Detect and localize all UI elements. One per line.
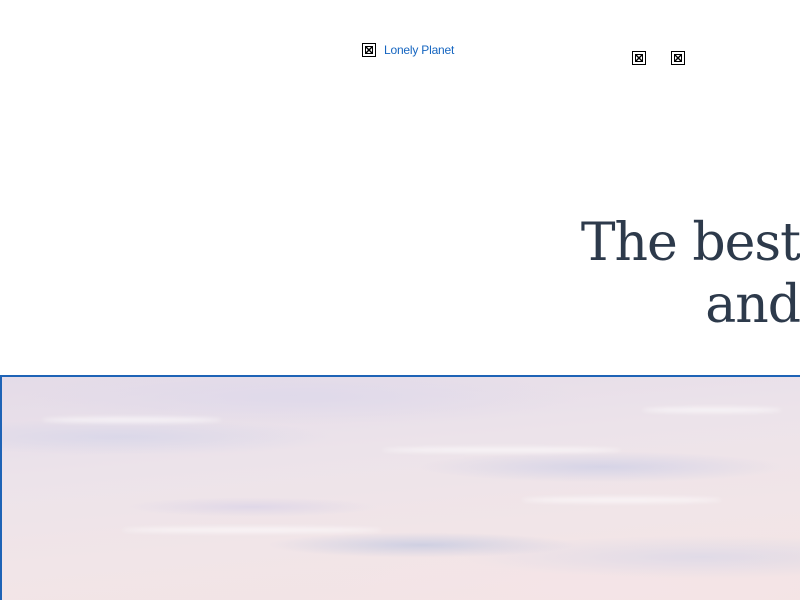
logo-alt-text[interactable]: Lonely Planet bbox=[384, 43, 454, 57]
nav-image-icon[interactable] bbox=[632, 51, 646, 65]
nav-image-icon[interactable] bbox=[671, 51, 685, 65]
hero-title-line-2: and bbox=[705, 275, 800, 335]
hero-title-line-1: The best bbox=[580, 213, 800, 273]
hero-title: The best and bbox=[540, 212, 800, 336]
broken-image-icon bbox=[362, 43, 376, 57]
logo-link[interactable]: Lonely Planet bbox=[362, 42, 454, 58]
hero-sky-image[interactable] bbox=[0, 375, 800, 600]
page: Lonely Planet The best and bbox=[0, 0, 800, 600]
